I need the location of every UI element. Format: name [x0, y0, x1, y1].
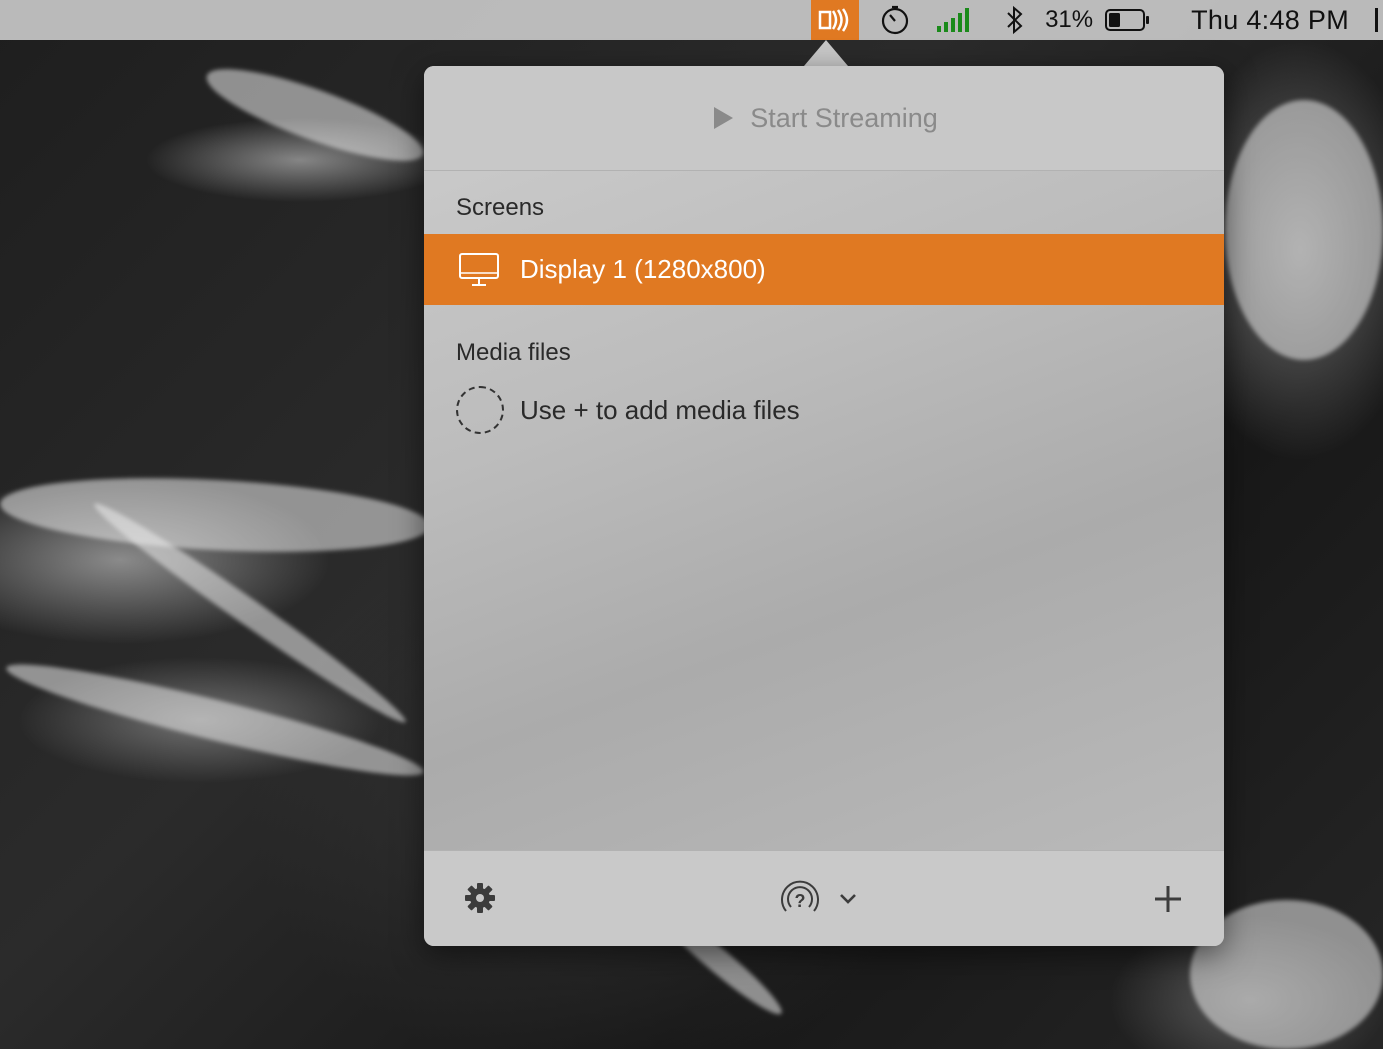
screen-item-display-1[interactable]: Display 1 (1280x800) — [424, 234, 1224, 305]
gear-icon[interactable] — [464, 882, 496, 914]
stream-waves-icon[interactable] — [811, 0, 860, 40]
bluetooth-icon[interactable] — [995, 0, 1035, 40]
plus-icon[interactable] — [1152, 883, 1184, 915]
screen-item-label: Display 1 (1280x800) — [520, 254, 766, 284]
device-picker[interactable]: ? — [778, 877, 858, 921]
start-streaming-label: Start Streaming — [750, 102, 938, 133]
svg-text:?: ? — [795, 891, 806, 911]
media-empty-hint: Use + to add media files — [520, 394, 800, 425]
wallpaper-foam — [198, 52, 432, 178]
media-files-section-label: Media files — [456, 339, 571, 366]
menu-bar: 31% Thu 4:48 PM — [0, 0, 1383, 40]
signal-strength-icon[interactable] — [929, 0, 981, 40]
airplay-unknown-icon: ? — [781, 880, 819, 912]
wallpaper-foam — [0, 468, 432, 562]
timer-icon[interactable] — [871, 0, 919, 40]
media-placeholder-icon — [456, 386, 504, 434]
menubar-overflow-edge — [1375, 8, 1383, 32]
streaming-popover: Start Streaming Screens Display 1 (1280x… — [424, 66, 1224, 946]
wallpaper-foam — [1, 648, 429, 792]
popover-arrow — [804, 40, 848, 66]
monitor-icon — [459, 252, 499, 286]
menubar-clock[interactable]: Thu 4:48 PM — [1191, 0, 1349, 40]
play-icon — [714, 107, 734, 129]
popover-footer: ? — [424, 850, 1224, 946]
start-streaming-button[interactable]: Start Streaming — [424, 66, 1224, 171]
media-empty-hint-row: Use + to add media files — [424, 379, 1224, 441]
screens-section-label: Screens — [456, 194, 545, 221]
battery-icon[interactable] — [1103, 0, 1153, 40]
battery-percent[interactable]: 31% — [1045, 0, 1093, 40]
wallpaper-foam — [1225, 100, 1383, 360]
chevron-down-icon — [840, 894, 856, 904]
